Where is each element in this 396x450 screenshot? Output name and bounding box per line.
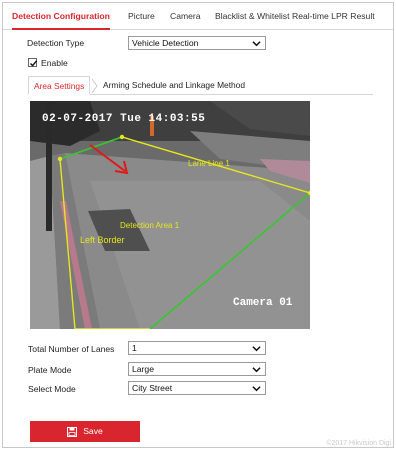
tab-camera[interactable]: Camera xyxy=(170,3,201,30)
chevron-down-icon xyxy=(252,41,261,47)
tab-arming-schedule[interactable]: Arming Schedule and Linkage Method xyxy=(103,76,245,95)
total-lanes-value: 1 xyxy=(132,343,137,353)
live-video-view[interactable]: 02-07-2017 Tue 14:03:55 Lane Line 1 Dete… xyxy=(30,101,310,329)
select-mode-label: Select Mode xyxy=(28,384,76,394)
chevron-down-icon xyxy=(252,367,261,373)
chevron-down-icon xyxy=(252,386,261,392)
video-frame xyxy=(30,101,310,329)
chevron-right-icon xyxy=(91,78,98,94)
total-lanes-select[interactable]: 1 xyxy=(128,341,266,355)
enable-checkbox[interactable] xyxy=(28,58,38,67)
osd-timestamp: 02-07-2017 Tue 14:03:55 xyxy=(42,113,206,125)
enable-label: Enable xyxy=(41,58,68,68)
config-page: Detection Configuration Picture Camera B… xyxy=(2,2,394,448)
plate-mode-value: Large xyxy=(132,364,154,374)
plate-mode-select[interactable]: Large xyxy=(128,362,266,376)
save-button[interactable]: Save xyxy=(30,421,140,442)
tab-detection-configuration[interactable]: Detection Configuration xyxy=(12,3,110,30)
tab-realtime-lpr-result[interactable]: Real-time LPR Result xyxy=(292,3,375,30)
floppy-disk-icon xyxy=(67,426,78,437)
tab-picture[interactable]: Picture xyxy=(128,3,155,30)
detection-area-label: Detection Area 1 xyxy=(120,221,180,230)
camera-name-osd: Camera 01 xyxy=(233,297,293,309)
left-border-label: Left Border xyxy=(80,235,125,245)
tab-blacklist-whitelist[interactable]: Blacklist & Whitelist xyxy=(215,3,290,30)
lane-line-label: Lane Line 1 xyxy=(188,159,230,168)
polygon-handle[interactable] xyxy=(119,134,125,140)
detection-type-select[interactable]: Vehicle Detection xyxy=(128,36,266,50)
plate-mode-label: Plate Mode xyxy=(28,365,72,375)
total-lanes-label: Total Number of Lanes xyxy=(28,344,115,354)
save-label: Save xyxy=(83,426,103,436)
detection-type-label: Detection Type xyxy=(27,38,85,48)
checkmark-icon xyxy=(30,60,38,67)
polygon-handle[interactable] xyxy=(57,156,63,162)
top-nav: Detection Configuration Picture Camera B… xyxy=(3,3,393,30)
chevron-down-icon xyxy=(252,346,261,352)
copyright-footer: ©2017 Hikvision Digi xyxy=(326,440,391,447)
select-mode-select[interactable]: City Street xyxy=(128,381,266,395)
sub-tabs: Area Settings Arming Schedule and Linkag… xyxy=(28,76,373,95)
tab-area-settings[interactable]: Area Settings xyxy=(28,76,91,95)
select-mode-value: City Street xyxy=(132,383,173,393)
detection-type-value: Vehicle Detection xyxy=(132,38,199,48)
